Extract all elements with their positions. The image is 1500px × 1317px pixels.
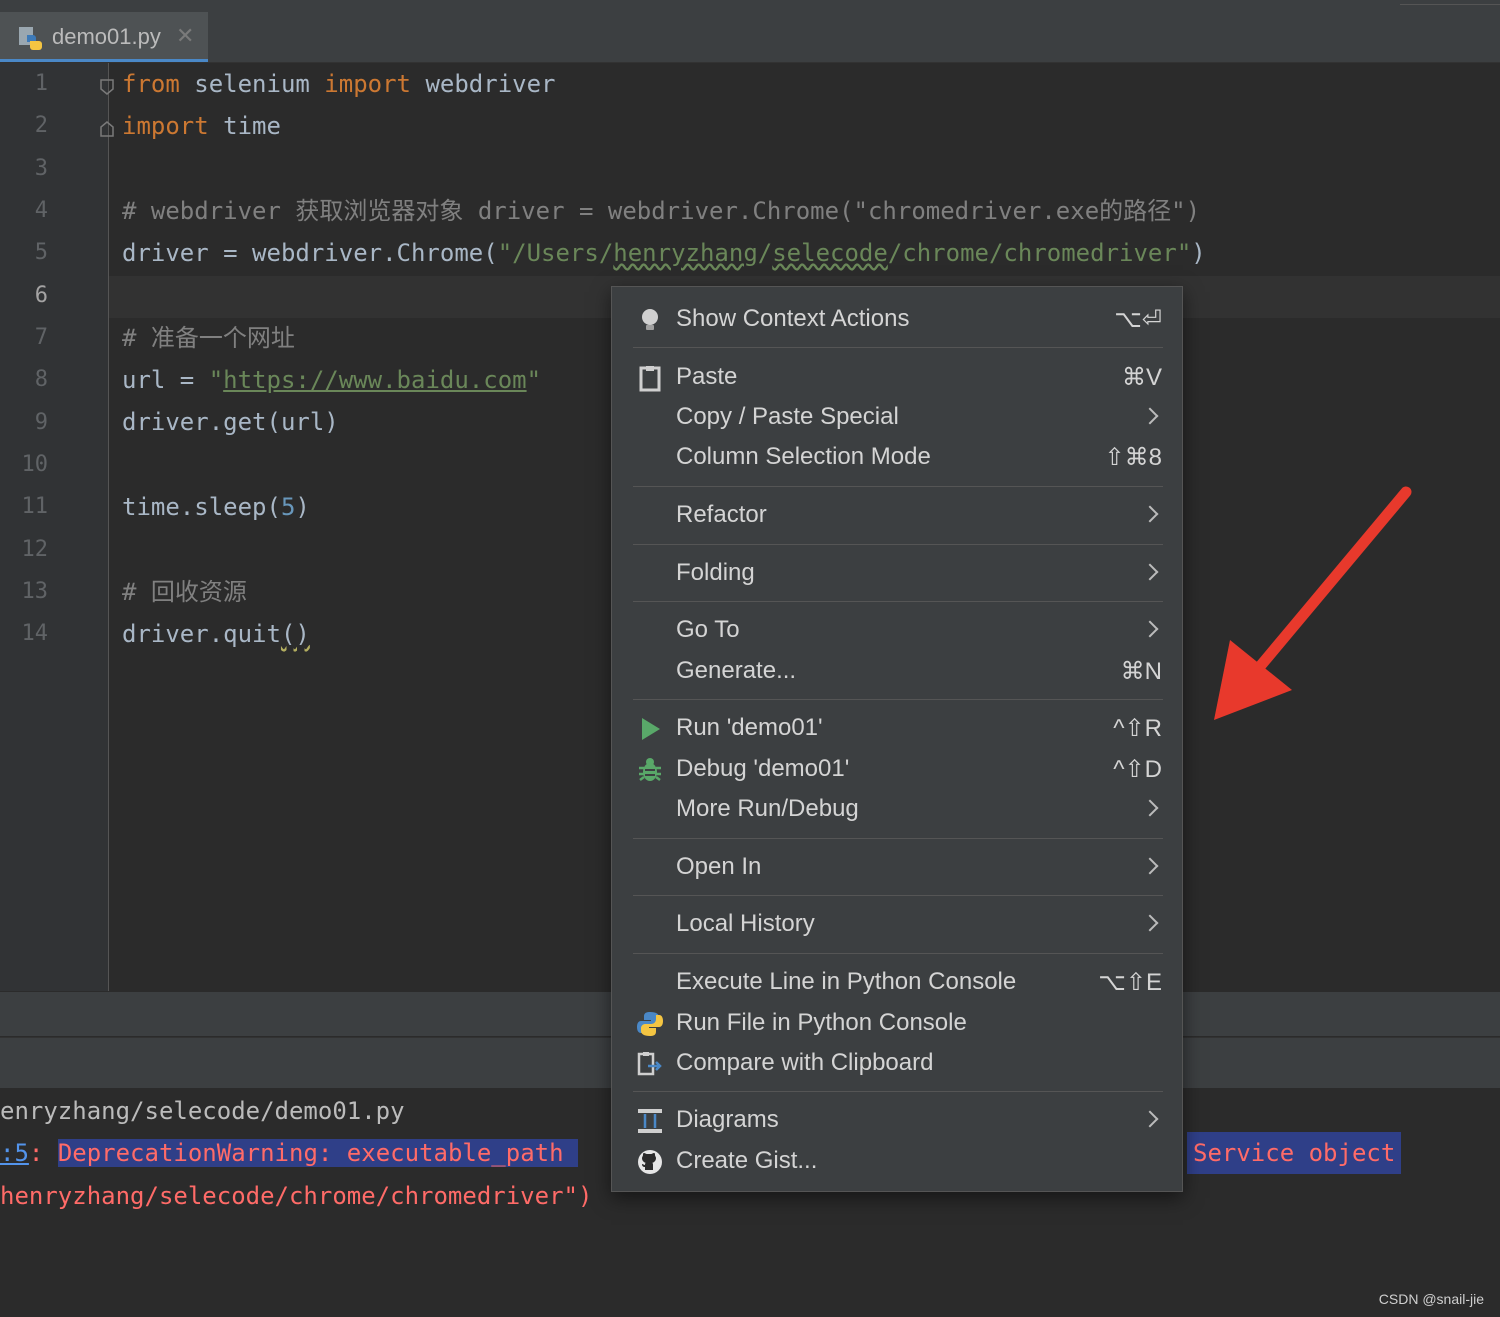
top-bar-control xyxy=(1400,0,1500,5)
chevron-right-icon xyxy=(1141,505,1159,523)
menu-separator xyxy=(633,1091,1163,1092)
red-annotation-arrow xyxy=(1214,486,1412,720)
code-line-7: # 准备一个网址 xyxy=(122,324,295,352)
code-line-9: driver.get(url) xyxy=(122,408,339,436)
code-line-2: import time xyxy=(122,112,281,140)
chevron-right-icon xyxy=(1141,1110,1159,1128)
fold-open-icon[interactable] xyxy=(100,79,114,95)
menu-local-history[interactable]: Local History xyxy=(612,904,1182,944)
line-number: 8 xyxy=(34,367,48,392)
code-line-5: driver = webdriver.Chrome("/Users/henryz… xyxy=(122,239,1206,267)
code-line-1: from selenium import webdriver xyxy=(122,70,556,98)
menu-show-context-actions[interactable]: Show Context Actions ⌥⏎ xyxy=(612,299,1182,339)
menu-separator xyxy=(633,953,1163,954)
console-line-2: :5: DeprecationWarning: executable_path xyxy=(0,1139,578,1167)
tab-close-icon[interactable]: ✕ xyxy=(176,23,194,49)
console-line-2-right: Service object xyxy=(1187,1132,1402,1174)
menu-open-in[interactable]: Open In xyxy=(612,847,1182,887)
editor-tab-bar: demo01.py ✕ xyxy=(0,12,1500,63)
line-number: 11 xyxy=(21,494,49,519)
run-play-icon xyxy=(642,718,660,740)
line-number: 9 xyxy=(34,410,48,435)
menu-refactor[interactable]: Refactor xyxy=(612,495,1182,535)
tab-demo01[interactable]: demo01.py ✕ xyxy=(0,12,208,62)
menu-paste[interactable]: Paste ⌘V xyxy=(612,357,1182,397)
chevron-right-icon xyxy=(1141,563,1159,581)
python-file-icon xyxy=(19,27,42,50)
code-line-13: # 回收资源 xyxy=(122,578,247,606)
menu-diagrams[interactable]: Diagrams xyxy=(612,1100,1182,1140)
line-number: 5 xyxy=(34,240,48,265)
menu-run-file-python-console[interactable]: Run File in Python Console xyxy=(612,1003,1182,1043)
code-line-14: driver.quit() xyxy=(122,620,310,648)
menu-column-selection-mode[interactable]: Column Selection Mode ⇧⌘8 xyxy=(612,437,1182,477)
line-number: 12 xyxy=(21,537,49,562)
chevron-right-icon xyxy=(1141,620,1159,638)
console-line-3: henryzhang/selecode/chrome/chromedriver"… xyxy=(0,1182,593,1210)
line-number-current: 6 xyxy=(34,283,48,308)
clipboard-icon xyxy=(639,366,661,392)
chevron-right-icon xyxy=(1141,799,1159,817)
menu-more-run-debug[interactable]: More Run/Debug xyxy=(612,789,1182,829)
line-number: 10 xyxy=(21,452,49,477)
line-number: 13 xyxy=(21,579,49,604)
compare-clipboard-icon xyxy=(637,1052,662,1076)
menu-generate[interactable]: Generate... ⌘N xyxy=(612,651,1182,691)
diagram-icon xyxy=(638,1109,662,1133)
chevron-right-icon xyxy=(1141,407,1159,425)
console-line-1: enryzhang/selecode/demo01.py xyxy=(0,1097,405,1125)
python-icon xyxy=(637,1012,663,1036)
chevron-right-icon xyxy=(1141,914,1159,932)
menu-separator xyxy=(633,838,1163,839)
menu-separator xyxy=(633,544,1163,545)
menu-copy-paste-special[interactable]: Copy / Paste Special xyxy=(612,397,1182,437)
watermark: CSDN @snail-jie xyxy=(1378,1291,1484,1307)
menu-create-gist[interactable]: Create Gist... xyxy=(612,1141,1182,1181)
code-line-8: url = "https://www.baidu.com" xyxy=(122,366,542,394)
tab-label: demo01.py xyxy=(52,24,161,49)
menu-separator xyxy=(633,895,1163,896)
line-number: 1 xyxy=(34,71,48,96)
line-number: 3 xyxy=(34,156,48,181)
menu-folding[interactable]: Folding xyxy=(612,553,1182,593)
window-top-bar xyxy=(0,0,1500,12)
debug-bug-icon xyxy=(639,758,661,781)
menu-execute-line-python-console[interactable]: Execute Line in Python Console ⌥⇧E xyxy=(612,962,1182,1002)
code-line-11: time.sleep(5) xyxy=(122,493,310,521)
console-source-link[interactable]: :5 xyxy=(0,1139,29,1167)
fold-close-icon[interactable] xyxy=(100,121,114,137)
menu-compare-with-clipboard[interactable]: Compare with Clipboard xyxy=(612,1043,1182,1083)
menu-separator xyxy=(633,601,1163,602)
line-number-gutter: 1 2 3 4 5 6 7 8 9 10 11 12 13 14 xyxy=(0,63,109,991)
menu-debug-demo01[interactable]: Debug 'demo01' ^⇧D xyxy=(612,749,1182,789)
code-line-4: # webdriver 获取浏览器对象 driver = webdriver.C… xyxy=(122,197,1201,225)
chevron-right-icon xyxy=(1141,857,1159,875)
editor-context-menu: Show Context Actions ⌥⏎ Paste ⌘V Copy / … xyxy=(611,286,1183,1192)
line-number: 14 xyxy=(21,621,49,646)
menu-separator xyxy=(633,347,1163,348)
line-number: 7 xyxy=(34,325,48,350)
lightbulb-icon xyxy=(642,309,658,330)
line-number: 4 xyxy=(34,198,48,223)
url-link[interactable]: https://www.baidu.com xyxy=(223,366,526,394)
menu-separator xyxy=(633,699,1163,700)
menu-run-demo01[interactable]: Run 'demo01' ^⇧R xyxy=(612,708,1182,748)
menu-go-to[interactable]: Go To xyxy=(612,610,1182,650)
github-icon xyxy=(638,1150,662,1174)
line-number: 2 xyxy=(34,113,48,138)
menu-separator xyxy=(633,486,1163,487)
